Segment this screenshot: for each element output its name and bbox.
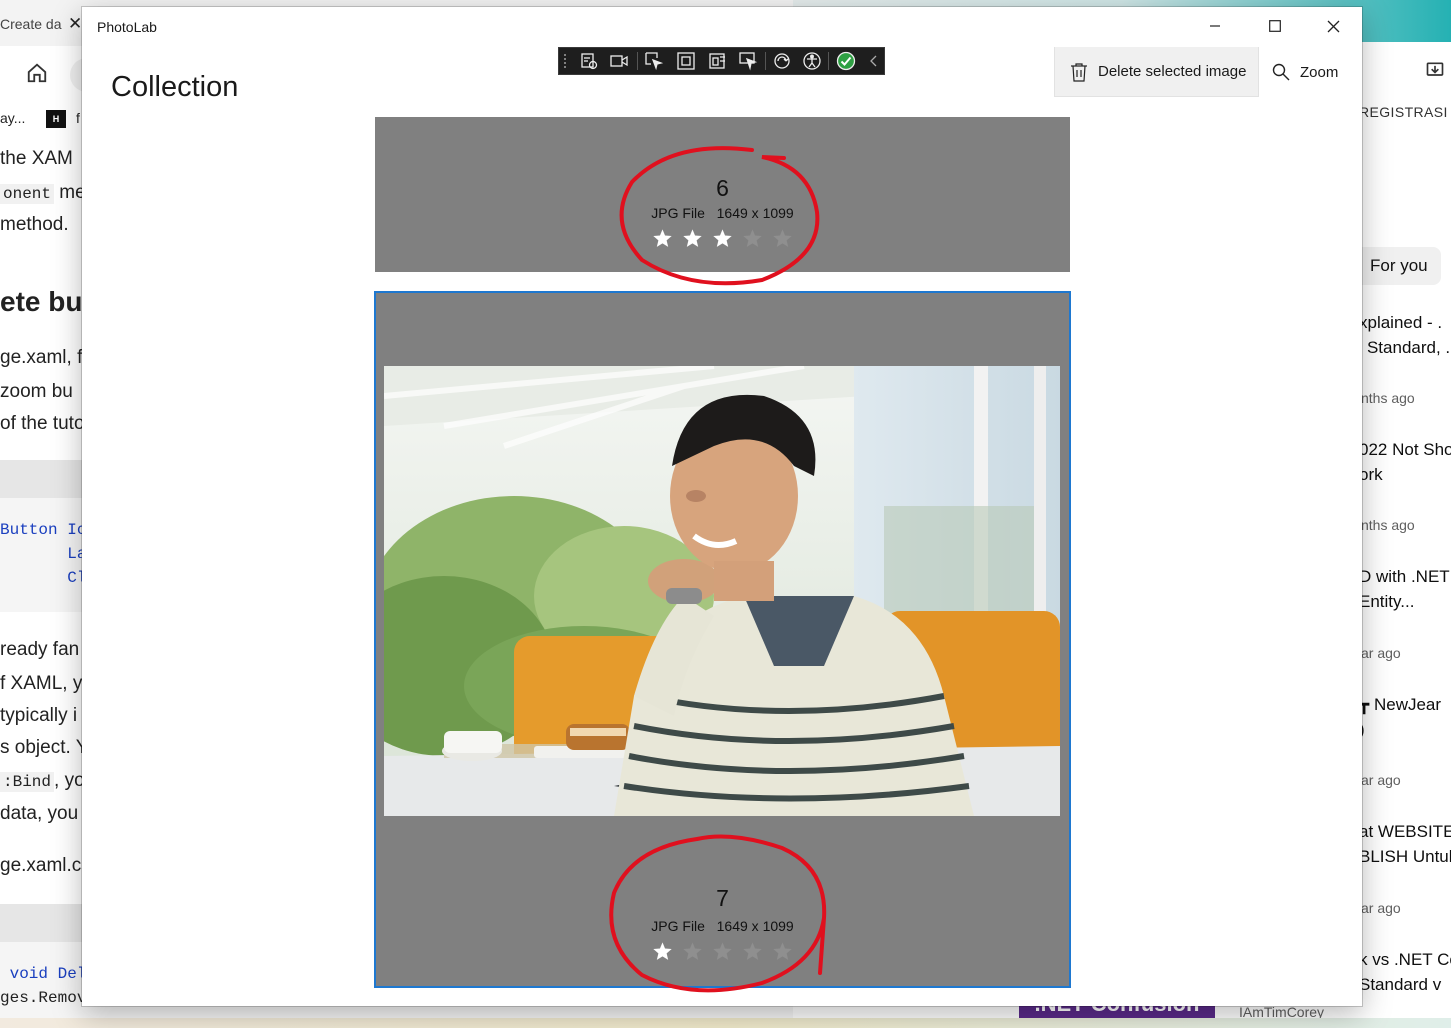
accessibility-checker-icon[interactable] (802, 51, 822, 71)
maximize-button[interactable] (1246, 7, 1304, 45)
select-element-icon[interactable] (644, 51, 664, 71)
doc-text-line: f XAML, y (0, 673, 83, 694)
live-visual-tree-icon[interactable] (579, 51, 599, 71)
video-meta: nths ago (1361, 517, 1415, 533)
download-icon[interactable] (1425, 60, 1445, 80)
doc-heading: ete but (0, 286, 92, 317)
video-title[interactable]: ┳ NewJear) (1359, 692, 1441, 742)
star-filled-icon[interactable] (652, 941, 673, 962)
toolbar-separator (637, 52, 638, 70)
video-title[interactable]: 022 Not Sho ork (1359, 437, 1451, 487)
filter-chip-for-you[interactable]: For you (1351, 247, 1441, 285)
doc-text-line: ready fan (0, 639, 80, 660)
image-file-info: JPG File 1649 x 1099 (651, 205, 794, 221)
star-empty-icon[interactable] (712, 941, 733, 962)
doc-text-line: ge.xaml.cs (0, 855, 91, 876)
code-line: ges.Remov (0, 989, 87, 1007)
image-thumbnail (384, 366, 1060, 816)
doc-text-line: method. (0, 214, 69, 235)
app-title: PhotoLab (97, 19, 157, 35)
star-filled-icon[interactable] (682, 228, 703, 249)
bookmark-item[interactable]: REGISTRASI PE (1359, 104, 1451, 120)
video-meta: nths ago (1361, 390, 1415, 406)
toolbar-grip-icon[interactable] (563, 53, 567, 69)
display-layout-adorners-icon[interactable] (676, 51, 696, 71)
star-empty-icon[interactable] (742, 941, 763, 962)
minimize-button[interactable] (1186, 7, 1244, 45)
xaml-debug-toolbar (558, 47, 885, 75)
close-tab-icon[interactable]: ✕ (68, 14, 82, 34)
browser-tab-title[interactable]: Create da (0, 16, 61, 32)
star-empty-icon[interactable] (772, 941, 793, 962)
star-empty-icon[interactable] (742, 228, 763, 249)
rating-control[interactable] (375, 941, 1070, 962)
photolab-window: PhotoLab Collection Delete selected imag… (82, 7, 1362, 1006)
video-meta: ar ago (1361, 645, 1401, 661)
video-meta: ar ago (1361, 772, 1401, 788)
doc-text-line: zoom bu (0, 381, 73, 402)
close-button[interactable] (1304, 7, 1362, 45)
doc-text-line: ge.xaml, fi (0, 347, 87, 368)
doc-text-line: the XAM (0, 148, 73, 169)
image-grid-item[interactable]: 6 JPG File 1649 x 1099 (375, 117, 1070, 272)
video-title[interactable]: k vs .NET Co Standard v (1359, 947, 1451, 997)
minimize-icon (1210, 25, 1220, 27)
binding-failures-ok-icon[interactable] (836, 51, 856, 71)
video-title[interactable]: at WEBSITE BLISH Untul (1359, 819, 1451, 869)
favorite-item[interactable]: f (76, 110, 80, 126)
star-empty-icon[interactable] (772, 228, 793, 249)
search-icon (1272, 63, 1290, 81)
video-title[interactable]: D with .NET Entity... (1359, 564, 1450, 614)
close-icon (1327, 20, 1339, 32)
trash-icon (1071, 62, 1087, 82)
image-number: 7 (716, 885, 729, 911)
zoom-button-label: Zoom (1300, 63, 1339, 81)
title-bar[interactable]: PhotoLab (82, 7, 1362, 47)
toolbar-separator (765, 52, 766, 70)
delete-selected-image-button[interactable]: Delete selected image (1054, 47, 1259, 97)
rating-control[interactable] (375, 228, 1070, 249)
favorite-item[interactable]: ay... (0, 110, 25, 126)
doc-text-line: typically i (0, 705, 78, 726)
image-file-info: JPG File 1649 x 1099 (651, 918, 794, 934)
code-line: void Del (0, 965, 87, 983)
code-line: La (0, 545, 87, 563)
zoom-button[interactable]: Zoom (1272, 47, 1352, 97)
collapse-toolbar-icon[interactable] (864, 51, 884, 71)
video-title[interactable]: xplained - . ' Standard, . (1359, 310, 1450, 360)
taskbar-strip (0, 1018, 1451, 1028)
code-line: Button Ic (0, 521, 87, 539)
delete-button-label: Delete selected image (1098, 63, 1247, 80)
star-filled-icon[interactable] (652, 228, 673, 249)
record-video-icon[interactable] (609, 51, 629, 71)
doc-text-line: onent met (0, 182, 91, 204)
image-number: 6 (716, 175, 729, 201)
track-focus-icon[interactable] (708, 51, 728, 71)
doc-text-line: data, you (0, 803, 79, 824)
toolbar-separator (828, 52, 829, 70)
home-icon[interactable] (26, 62, 48, 84)
video-meta: ar ago (1361, 900, 1401, 916)
doc-text-line: :Bind, yo (0, 770, 85, 792)
code-line: Cl (0, 569, 87, 587)
star-filled-icon[interactable] (712, 228, 733, 249)
favorite-favicon-icon: H (46, 110, 66, 128)
doc-text-line: of the tuto (0, 413, 85, 434)
maximize-icon (1269, 20, 1281, 32)
doc-text-line: s object. Y (0, 737, 89, 758)
page-title: Collection (111, 71, 239, 104)
image-grid-item-selected[interactable]: 7 JPG File 1649 x 1099 (374, 291, 1071, 988)
star-empty-icon[interactable] (682, 941, 703, 962)
photo-man-smiling-illustration (384, 366, 1060, 816)
hot-reload-icon[interactable] (772, 51, 792, 71)
select-screenshot-icon[interactable] (738, 51, 758, 71)
